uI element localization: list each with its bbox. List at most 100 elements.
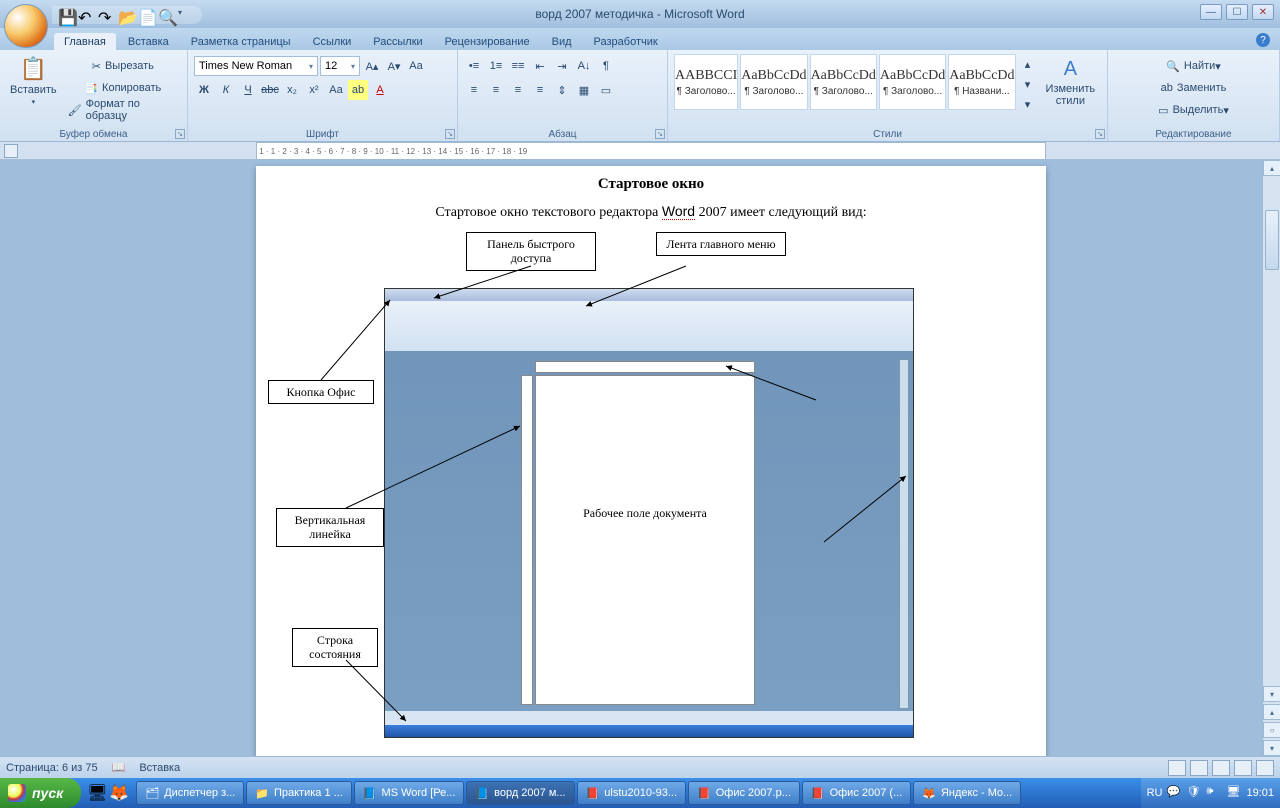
undo-icon[interactable]: ↶ <box>78 8 92 22</box>
multilevel-button[interactable]: ≡≡ <box>508 56 528 76</box>
styles-scroll-down[interactable]: ▾ <box>1018 74 1038 94</box>
align-left-button[interactable]: ≡ <box>464 80 484 100</box>
tab-developer[interactable]: Разработчик <box>584 33 668 50</box>
clear-format-button[interactable]: Aa <box>406 56 426 76</box>
view-print-layout[interactable] <box>1168 760 1186 776</box>
new-icon[interactable]: 📄 <box>138 8 152 22</box>
view-full-screen[interactable] <box>1190 760 1208 776</box>
superscript-button[interactable]: x² <box>304 80 324 100</box>
sort-button[interactable]: A↓ <box>574 56 594 76</box>
style-item-0[interactable]: AABBCCI¶ Заголово... <box>674 54 738 110</box>
preview-icon[interactable]: 🔍 <box>158 8 172 22</box>
tab-selector[interactable] <box>4 144 18 158</box>
start-button[interactable]: пуск <box>0 778 81 808</box>
replace-button[interactable]: abЗаменить <box>1116 78 1271 98</box>
status-mode[interactable]: Вставка <box>139 762 180 774</box>
grow-font-button[interactable]: A▴ <box>362 56 382 76</box>
tray-chat-icon[interactable]: 💬 <box>1166 785 1182 801</box>
prev-page-button[interactable]: ▴ <box>1263 704 1280 720</box>
taskbar-item-2[interactable]: 📘MS Word [Ре... <box>354 781 465 805</box>
format-painter-button[interactable]: 🖌Формат по образцу <box>63 100 183 120</box>
tab-view[interactable]: Вид <box>542 33 582 50</box>
align-right-button[interactable]: ≡ <box>508 80 528 100</box>
taskbar-item-1[interactable]: 📁Практика 1 ... <box>246 781 352 805</box>
show-marks-button[interactable]: ¶ <box>596 56 616 76</box>
change-styles-button[interactable]: A Изменить стили <box>1040 54 1102 114</box>
style-item-1[interactable]: AaBbCcDd¶ Заголово... <box>740 54 807 110</box>
scroll-thumb[interactable] <box>1265 210 1279 270</box>
style-item-4[interactable]: AaBbCcDd¶ Названи... <box>948 54 1015 110</box>
shrink-font-button[interactable]: A▾ <box>384 56 404 76</box>
tray-shield-icon[interactable]: 🛡 <box>1186 785 1202 801</box>
borders-button[interactable]: ▭ <box>596 80 616 100</box>
font-color-button[interactable]: A <box>370 80 390 100</box>
minimize-button[interactable]: — <box>1200 4 1222 20</box>
bullets-button[interactable]: •≡ <box>464 56 484 76</box>
tray-lang[interactable]: RU <box>1147 787 1163 799</box>
tab-review[interactable]: Рецензирование <box>435 33 540 50</box>
browse-object-button[interactable]: ○ <box>1263 722 1280 738</box>
taskbar-item-3[interactable]: 📘ворд 2007 м... <box>466 781 574 805</box>
copy-button[interactable]: 📑Копировать <box>63 78 183 98</box>
tab-mailings[interactable]: Рассылки <box>363 33 432 50</box>
redo-icon[interactable]: ↷ <box>98 8 112 22</box>
cut-button[interactable]: ✂Вырезать <box>63 56 183 76</box>
styles-scroll-up[interactable]: ▴ <box>1018 54 1038 74</box>
scroll-down-button[interactable]: ▾ <box>1263 686 1280 702</box>
clipboard-launcher[interactable]: ↘ <box>175 129 185 139</box>
office-button[interactable] <box>4 4 48 48</box>
ql-desktop[interactable]: 🖥 <box>87 782 107 804</box>
styles-launcher[interactable]: ↘ <box>1095 129 1105 139</box>
style-item-3[interactable]: AaBbCcDd¶ Заголово... <box>879 54 946 110</box>
select-button[interactable]: ▭Выделить ▾ <box>1116 100 1271 120</box>
paste-button[interactable]: 📋 Вставить ▾ <box>4 52 63 120</box>
align-center-button[interactable]: ≡ <box>486 80 506 100</box>
indent-dec-button[interactable]: ⇤ <box>530 56 550 76</box>
line-spacing-button[interactable]: ⇕ <box>552 80 572 100</box>
taskbar-item-0[interactable]: 🗂Диспетчер з... <box>136 781 244 805</box>
font-size-combo[interactable]: 12 <box>320 56 360 76</box>
change-case-button[interactable]: Aa <box>326 80 346 100</box>
strike-button[interactable]: abc <box>260 80 280 100</box>
save-icon[interactable]: 💾 <box>58 8 72 22</box>
maximize-button[interactable]: ☐ <box>1226 4 1248 20</box>
taskbar-item-7[interactable]: 🦊Яндекс - Mo... <box>913 781 1021 805</box>
tab-references[interactable]: Ссылки <box>303 33 362 50</box>
styles-more[interactable]: ▾ <box>1018 94 1038 114</box>
view-draft[interactable] <box>1256 760 1274 776</box>
tray-clock[interactable]: 19:01 <box>1246 787 1274 799</box>
paragraph-launcher[interactable]: ↘ <box>655 129 665 139</box>
underline-button[interactable]: Ч <box>238 80 258 100</box>
next-page-button[interactable]: ▾ <box>1263 740 1280 756</box>
view-web-layout[interactable] <box>1212 760 1230 776</box>
taskbar-item-4[interactable]: 📕ulstu2010-93... <box>577 781 686 805</box>
justify-button[interactable]: ≡ <box>530 80 550 100</box>
open-icon[interactable]: 📂 <box>118 8 132 22</box>
close-button[interactable]: ✕ <box>1252 4 1274 20</box>
tab-insert[interactable]: Вставка <box>118 33 179 50</box>
taskbar-item-5[interactable]: 📕Офис 2007.p... <box>688 781 800 805</box>
find-button[interactable]: 🔍Найти ▾ <box>1116 56 1271 76</box>
taskbar-item-6[interactable]: 📕Офис 2007 (... <box>802 781 911 805</box>
style-item-2[interactable]: AaBbCcDd¶ Заголово... <box>810 54 877 110</box>
italic-button[interactable]: К <box>216 80 236 100</box>
shading-button[interactable]: ▦ <box>574 80 594 100</box>
highlight-button[interactable]: ab <box>348 80 368 100</box>
qat-more-icon[interactable]: ▾ <box>178 8 192 22</box>
numbering-button[interactable]: 1≡ <box>486 56 506 76</box>
tray-volume-icon[interactable]: 🕪 <box>1206 785 1222 801</box>
ql-firefox[interactable]: 🦊 <box>109 782 129 804</box>
tab-home[interactable]: Главная <box>54 33 116 50</box>
bold-button[interactable]: Ж <box>194 80 214 100</box>
status-spell-icon[interactable]: 📖 <box>112 761 126 774</box>
tab-layout[interactable]: Разметка страницы <box>181 33 301 50</box>
indent-inc-button[interactable]: ⇥ <box>552 56 572 76</box>
subscript-button[interactable]: x₂ <box>282 80 302 100</box>
document-page[interactable]: Стартовое окно Стартовое окно текстового… <box>256 166 1046 756</box>
vertical-scrollbar[interactable]: ▴ ▾ ▴ ○ ▾ <box>1262 160 1280 756</box>
help-button[interactable]: ? <box>1256 33 1270 47</box>
horizontal-ruler[interactable]: 1 · 1 · 2 · 3 · 4 · 5 · 6 · 7 · 8 · 9 · … <box>256 142 1046 160</box>
tray-monitor-icon[interactable]: 🖥 <box>1226 785 1242 801</box>
status-page[interactable]: Страница: 6 из 75 <box>6 762 98 774</box>
font-name-combo[interactable]: Times New Roman <box>194 56 318 76</box>
